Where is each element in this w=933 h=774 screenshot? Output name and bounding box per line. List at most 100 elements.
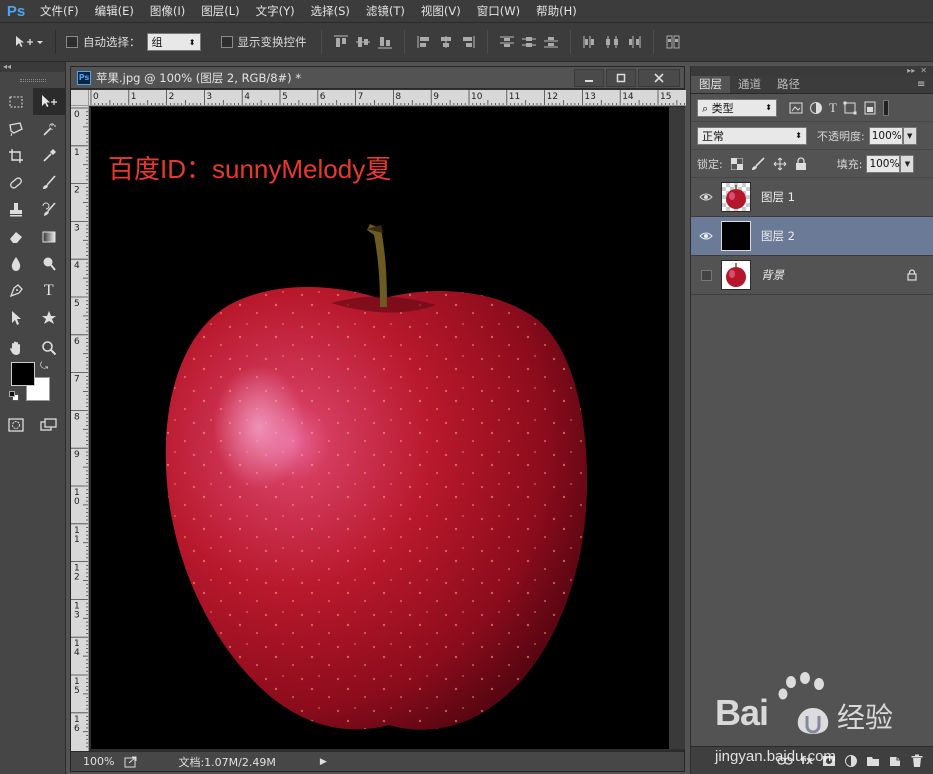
distribute-right-icon[interactable] bbox=[623, 32, 645, 52]
align-left-edges-icon[interactable] bbox=[413, 32, 435, 52]
lock-all-icon[interactable] bbox=[795, 157, 807, 170]
filter-type-dropdown[interactable]: ⌕ 类型 ⬍ bbox=[697, 98, 777, 117]
ruler-label: 13 bbox=[584, 92, 595, 102]
filter-shape-icon[interactable] bbox=[843, 101, 857, 115]
lasso-tool-icon[interactable] bbox=[0, 115, 33, 142]
tab-layers[interactable]: 图层 bbox=[691, 76, 730, 93]
panel-menu-icon[interactable]: ≡ bbox=[917, 76, 933, 93]
brush-tool-icon[interactable] bbox=[33, 169, 66, 196]
hand-tool-icon[interactable] bbox=[0, 334, 33, 361]
align-top-edges-icon[interactable] bbox=[330, 32, 352, 52]
layer-filter-row: ⌕ 类型 ⬍ T bbox=[691, 94, 933, 122]
tool-preset-picker[interactable] bbox=[0, 30, 56, 54]
move-tool-icon[interactable] bbox=[32, 88, 65, 115]
eyedropper-tool-icon[interactable] bbox=[33, 142, 66, 169]
tab-channels[interactable]: 通道 bbox=[730, 76, 769, 93]
collapse-panel-icon[interactable]: ▸▸ ✕ bbox=[691, 66, 933, 76]
menu-filter[interactable]: 滤镜(T) bbox=[358, 0, 413, 22]
vertical-ruler[interactable]: 012345678910111213141516 bbox=[71, 106, 89, 751]
lock-position-icon[interactable] bbox=[773, 157, 787, 171]
ruler-label: 4 bbox=[74, 648, 80, 658]
distribute-left-icon[interactable] bbox=[579, 32, 601, 52]
auto-align-layers-icon[interactable] bbox=[662, 32, 684, 52]
lock-image-pixels-icon[interactable] bbox=[751, 156, 765, 171]
dodge-tool-icon[interactable] bbox=[33, 250, 66, 277]
show-transform-checkbox[interactable] bbox=[220, 36, 233, 48]
menu-help[interactable]: 帮助(H) bbox=[528, 0, 585, 22]
type-tool-icon[interactable]: T bbox=[33, 277, 66, 304]
filter-type-icon[interactable]: T bbox=[829, 100, 837, 116]
document-tab[interactable]: Ps 苹果.jpg @ 100% (图层 2, RGB/8#) * bbox=[71, 67, 684, 89]
filter-toggle[interactable] bbox=[882, 99, 889, 116]
status-menu-arrow-icon[interactable]: ▶ bbox=[320, 757, 327, 767]
marquee-tool-icon[interactable] bbox=[0, 88, 33, 115]
tab-paths[interactable]: 路径 bbox=[769, 76, 808, 93]
foreground-color-swatch[interactable] bbox=[11, 362, 35, 386]
layer-row[interactable]: 背景 bbox=[691, 256, 933, 295]
blend-mode-dropdown[interactable]: 正常 ⬍ bbox=[697, 126, 807, 145]
opacity-dropdown-arrow-icon[interactable]: ▼ bbox=[902, 126, 917, 145]
visibility-toggle-empty[interactable] bbox=[691, 269, 721, 281]
baidu-jingyan-watermark: Bai 经验 jingyan.baidu.com bbox=[715, 672, 933, 774]
layer-row[interactable]: 图层 1 bbox=[691, 178, 933, 217]
canvas[interactable]: 百度ID：sunnyMelody夏 bbox=[91, 107, 669, 749]
menu-type[interactable]: 文字(Y) bbox=[248, 0, 303, 22]
quick-mask-icon[interactable] bbox=[0, 411, 33, 438]
blur-tool-icon[interactable] bbox=[0, 250, 33, 277]
pen-tool-icon[interactable] bbox=[0, 277, 33, 304]
ruler-label: 6 bbox=[74, 337, 80, 347]
filter-pixel-icon[interactable] bbox=[789, 102, 803, 114]
magic-wand-tool-icon[interactable] bbox=[33, 115, 66, 142]
distribute-bottom-icon[interactable] bbox=[540, 32, 562, 52]
menu-edit[interactable]: 编辑(E) bbox=[87, 0, 142, 22]
custom-shape-tool-icon[interactable] bbox=[33, 304, 66, 331]
align-vertical-centers-icon[interactable] bbox=[352, 32, 374, 52]
ruler-label: 6 bbox=[74, 724, 80, 734]
zoom-level[interactable]: 100% bbox=[83, 755, 114, 768]
distribute-vertical-centers-icon[interactable] bbox=[518, 32, 540, 52]
gradient-tool-icon[interactable] bbox=[33, 223, 66, 250]
filter-smart-object-icon[interactable] bbox=[863, 101, 877, 115]
crop-tool-icon[interactable] bbox=[0, 142, 33, 169]
menu-window[interactable]: 窗口(W) bbox=[469, 0, 528, 22]
collapse-panel-icon[interactable]: ◂◂ bbox=[0, 62, 65, 72]
opacity-input[interactable]: 100% bbox=[868, 126, 903, 145]
clone-stamp-tool-icon[interactable] bbox=[0, 196, 33, 223]
close-button[interactable] bbox=[638, 68, 680, 87]
healing-brush-tool-icon[interactable] bbox=[0, 169, 33, 196]
visibility-eye-icon[interactable] bbox=[691, 192, 721, 202]
ruler-label: 9 bbox=[433, 92, 439, 102]
align-horizontal-centers-icon[interactable] bbox=[435, 32, 457, 52]
fill-input[interactable]: 100% bbox=[866, 154, 901, 173]
zoom-tool-icon[interactable] bbox=[33, 334, 66, 361]
fill-dropdown-arrow-icon[interactable]: ▼ bbox=[900, 154, 915, 173]
menu-image[interactable]: 图像(I) bbox=[142, 0, 193, 22]
export-icon[interactable] bbox=[124, 756, 138, 768]
vertical-scrollbar[interactable] bbox=[669, 107, 685, 749]
swap-colors-icon[interactable]: ⤿ bbox=[40, 361, 48, 372]
menu-select[interactable]: 选择(S) bbox=[303, 0, 358, 22]
path-selection-tool-icon[interactable] bbox=[0, 304, 33, 331]
minimize-button[interactable] bbox=[574, 68, 604, 87]
apple-speckles bbox=[165, 287, 588, 730]
menu-file[interactable]: 文件(F) bbox=[32, 0, 87, 22]
align-right-edges-icon[interactable] bbox=[457, 32, 479, 52]
menu-view[interactable]: 视图(V) bbox=[413, 0, 469, 22]
visibility-eye-icon[interactable] bbox=[691, 231, 721, 241]
maximize-button[interactable] bbox=[606, 68, 636, 87]
auto-select-checkbox[interactable] bbox=[66, 36, 78, 48]
ruler-origin[interactable] bbox=[71, 90, 89, 106]
align-bottom-edges-icon[interactable] bbox=[374, 32, 396, 52]
eraser-tool-icon[interactable] bbox=[0, 223, 33, 250]
distribute-horizontal-centers-icon[interactable] bbox=[601, 32, 623, 52]
history-brush-tool-icon[interactable] bbox=[33, 196, 66, 223]
filter-adjustment-icon[interactable] bbox=[809, 101, 823, 115]
screen-mode-icon[interactable] bbox=[33, 411, 66, 438]
auto-select-dropdown[interactable]: 组 ⬍ bbox=[146, 33, 201, 51]
horizontal-ruler[interactable]: 0 1 2 3 4 5 6 7 8 9 10 11 12 13 14 15 bbox=[89, 90, 686, 106]
menu-layer[interactable]: 图层(L) bbox=[193, 0, 247, 22]
lock-transparent-pixels-icon[interactable] bbox=[730, 157, 743, 170]
default-colors-icon[interactable] bbox=[9, 391, 19, 401]
layer-row-selected[interactable]: 图层 2 bbox=[691, 217, 933, 256]
distribute-top-icon[interactable] bbox=[496, 32, 518, 52]
